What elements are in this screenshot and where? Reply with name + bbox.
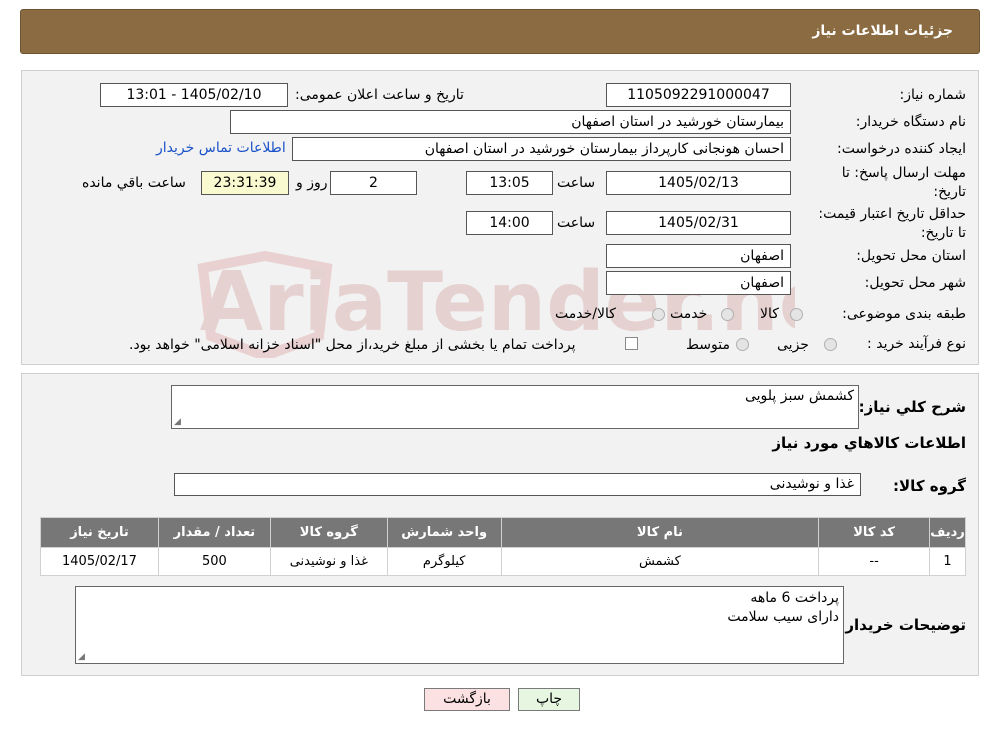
page-title: جزئیات اطلاعات نیاز <box>812 23 953 39</box>
category-option-goods-service: کالا/خدمت <box>555 306 616 322</box>
remaining-time-label: ساعت باقي مانده <box>82 175 186 191</box>
cell-quantity: 500 <box>157 547 271 576</box>
items-heading: اطلاعات کالاهاي مورد نياز <box>772 434 966 452</box>
summary-textarea[interactable]: کشمش سبز پلویی ◢ <box>171 385 859 429</box>
print-button[interactable]: چاپ <box>518 688 580 711</box>
header-item-code: کد کالا <box>818 517 931 548</box>
creator-field: احسان هونجانی کارپرداز بیمارستان خورشید … <box>292 137 791 161</box>
items-table: رديف کد کالا نام کالا واحد شمارش گروه کا… <box>40 517 966 576</box>
days-remaining-field: 2 <box>330 171 417 195</box>
buyer-org-field: بیمارستان خورشید در استان اصفهان <box>230 110 791 134</box>
back-button[interactable]: بازگشت <box>424 688 510 711</box>
cell-item-name: کشمش <box>500 547 820 576</box>
header-unit: واحد شمارش <box>386 517 502 548</box>
purchase-radio-medium[interactable] <box>736 338 749 351</box>
cell-item-group: غذا و نوشیدنی <box>269 547 388 576</box>
category-option-service: خدمت <box>670 306 708 322</box>
cell-row-number: 1 <box>929 547 966 576</box>
city-label: شهر محل تحویل: <box>864 275 966 291</box>
table-header-row: رديف کد کالا نام کالا واحد شمارش گروه کا… <box>40 517 966 548</box>
province-label: استان محل تحویل: <box>856 248 966 264</box>
category-option-goods: کالا <box>760 306 779 322</box>
group-label: گروه کالا: <box>893 477 966 495</box>
header-item-group: گروه کالا <box>269 517 388 548</box>
cell-item-code: -- <box>818 547 931 576</box>
payment-note: پرداخت تمام یا بخشی از مبلغ خرید،از محل … <box>129 337 576 353</box>
validity-time-label: ساعت <box>557 215 596 231</box>
treasury-checkbox[interactable] <box>625 337 638 350</box>
header-item-name: نام کالا <box>500 517 820 548</box>
province-field: اصفهان <box>606 244 791 268</box>
buyer-notes-line-1: پرداخت 6 ماهه <box>750 590 839 606</box>
header-row-number: رديف <box>929 517 966 548</box>
group-field: غذا و نوشیدنی <box>174 473 861 496</box>
resize-grip-icon[interactable]: ◢ <box>174 418 181 427</box>
buyer-notes-line-2: دارای سیب سلامت <box>727 609 839 625</box>
remaining-time-field: 23:31:39 <box>201 171 289 195</box>
deadline-label: مهلت ارسال پاسخ: تا تاریخ: <box>841 165 966 200</box>
purchase-type-label: نوع فرآیند خرید : <box>867 336 966 352</box>
validity-label: حداقل تاریخ اعتبار قیمت: تا تاریخ: <box>818 206 966 241</box>
city-field: اصفهان <box>606 271 791 295</box>
need-number-field: 1105092291000047 <box>606 83 791 107</box>
announce-date-label: تاریخ و ساعت اعلان عمومی: <box>295 87 464 103</box>
category-radio-service[interactable] <box>721 308 734 321</box>
purchase-radio-minor[interactable] <box>824 338 837 351</box>
creator-label: ایجاد کننده درخواست: <box>837 141 966 157</box>
resize-grip-icon[interactable]: ◢ <box>78 653 85 662</box>
deadline-time-field: 13:05 <box>466 171 553 195</box>
purchase-option-medium: متوسط <box>686 337 730 353</box>
announce-date-field: 1405/02/10 - 13:01 <box>100 83 288 107</box>
header-need-date: تاریخ نیاز <box>40 517 159 548</box>
category-radio-goods-service[interactable] <box>652 308 665 321</box>
deadline-time-label: ساعت <box>557 175 596 191</box>
validity-time-field: 14:00 <box>466 211 553 235</box>
page-header: جزئیات اطلاعات نیاز <box>20 9 980 54</box>
category-radio-goods[interactable] <box>790 308 803 321</box>
validity-date-field: 1405/02/31 <box>606 211 791 235</box>
category-label: طبقه بندی موضوعی: <box>842 306 966 322</box>
buyer-org-label: نام دستگاه خریدار: <box>855 114 966 130</box>
header-quantity: تعداد / مقدار <box>157 517 271 548</box>
buyer-notes-textarea[interactable]: پرداخت 6 ماهه دارای سیب سلامت ◢ <box>75 586 844 664</box>
need-number-label: شماره نیاز: <box>899 87 967 103</box>
buyer-contact-link[interactable]: اطلاعات تماس خریدار <box>156 140 286 156</box>
purchase-option-minor: جزیی <box>777 337 809 353</box>
deadline-date-field: 1405/02/13 <box>606 171 791 195</box>
cell-unit: کیلوگرم <box>386 547 502 576</box>
table-row: 1 -- کشمش کیلوگرم غذا و نوشیدنی 500 1405… <box>40 547 966 576</box>
days-label: روز و <box>296 175 328 191</box>
cell-need-date: 1405/02/17 <box>40 547 159 576</box>
summary-text: کشمش سبز پلویی <box>744 388 854 404</box>
summary-label: شرح کلي نياز: <box>858 398 966 416</box>
buyer-notes-label: توضیحات خریدار: <box>839 616 966 634</box>
